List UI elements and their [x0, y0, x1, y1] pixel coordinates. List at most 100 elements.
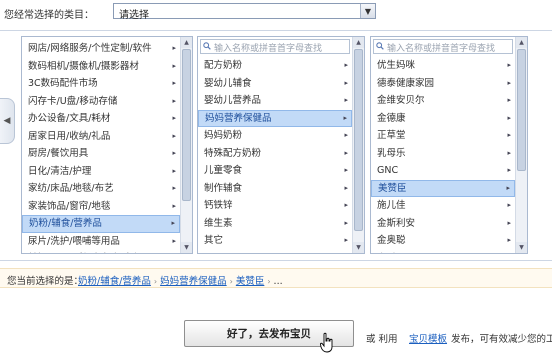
search-icon: [376, 42, 384, 50]
list-item[interactable]: 婴幼儿辅食 ▸: [198, 75, 352, 93]
chevron-right-icon: ▸: [172, 149, 176, 157]
publish-hint-text: 发布，可有效减少您的工作: [451, 334, 552, 345]
chevron-right-icon: ›: [267, 277, 271, 286]
list-item[interactable]: 钙铁锌 ▸: [198, 197, 352, 215]
list-item[interactable]: 家装饰品/窗帘/地毯 ▸: [22, 198, 180, 216]
list-item[interactable]: 办公设备/文具/耗材 ▸: [22, 110, 180, 128]
list-item[interactable]: 尿片/洗护/喂哺等用品 ▸: [22, 233, 180, 251]
list-item-label: 德泰健康家园: [377, 77, 435, 89]
list-item[interactable]: 金维安贝尔 ▸: [371, 92, 515, 110]
list-item-label: 施儿佳: [377, 200, 406, 211]
list-item-label: 妈妈营养保健品: [205, 112, 272, 124]
list-item-label: 乳母乐: [377, 147, 406, 159]
chevron-right-icon: ▸: [507, 113, 511, 122]
list-item[interactable]: GNC ▸: [371, 162, 515, 180]
list-item[interactable]: 美赞臣 ▸: [371, 179, 515, 197]
list-item[interactable]: 婴幼儿营养品 ▸: [198, 92, 352, 110]
list-item[interactable]: 德泰健康家园 ▸: [371, 75, 515, 93]
list-item-label: 钙铁锌: [204, 200, 233, 211]
breadcrumb-link[interactable]: 奶粉/辅食/营养品: [78, 276, 151, 287]
scroll-down-icon[interactable]: ▼: [516, 242, 527, 253]
list-item[interactable]: 益智玩具/早教/童车床/出行 ▸: [22, 250, 180, 254]
template-link[interactable]: 宝贝模板: [409, 331, 447, 345]
list-item-label: 优生妈咪: [377, 60, 416, 71]
chevron-right-icon: ›: [229, 277, 233, 286]
scroll-thumb[interactable]: [517, 49, 526, 171]
chevron-right-icon: ▸: [172, 44, 176, 52]
scroll-thumb[interactable]: [354, 49, 363, 231]
list-item[interactable]: 乳母乐 ▸: [371, 145, 515, 163]
list-item-label: 儿童零食: [204, 165, 243, 176]
category-list-3: 优生妈咪 ▸ 德泰健康家园 ▸ 金维安贝尔 ▸ 金德康 ▸ 正草堂 ▸ 乳母乐 ▸ GNC ▸ 美赞臣 ▸ 施儿…: [371, 57, 515, 254]
chevron-right-icon: ▸: [507, 148, 511, 157]
chevron-left-icon: ◀: [3, 116, 11, 126]
chevron-right-icon: ▸: [507, 61, 511, 69]
search-input[interactable]: 输入名称或拼音首字母查找: [373, 39, 513, 54]
category-list-2: 配方奶粉 ▸ 婴幼儿辅食 ▸ 婴幼儿营养品 ▸ 妈妈营养保健品 ▸ 妈妈奶粉 ▸ 特殊配方奶粉 ▸ 儿童…: [198, 57, 352, 250]
list-item[interactable]: 日化/清洁/护理 ▸: [22, 163, 180, 181]
list-item[interactable]: 3C数码配件市场 ▸: [22, 75, 180, 93]
scroll-up-icon[interactable]: ▲: [353, 37, 364, 48]
list-item[interactable]: 配方奶粉 ▸: [198, 57, 352, 75]
list-item-label: 正草堂: [377, 130, 406, 141]
scroll-up-icon[interactable]: ▲: [181, 37, 192, 48]
chevron-right-icon: ▸: [344, 183, 348, 192]
chevron-right-icon: ▸: [172, 201, 176, 210]
list-item[interactable]: 金德康 ▸: [371, 110, 515, 128]
list-item-label: 尿片/洗护/喂哺等用品: [28, 235, 120, 247]
hand-cursor-icon: [320, 332, 333, 353]
list-item[interactable]: 儿童零食 ▸: [198, 162, 352, 180]
list-item-label: 特殊配方奶粉: [204, 147, 262, 159]
scroll-up-icon[interactable]: ▲: [516, 37, 527, 48]
list-item[interactable]: 家纺/床品/地毯/布艺 ▸: [22, 180, 180, 198]
list-item-label: 数码相机/摄像机/摄影器材: [28, 60, 139, 72]
chevron-right-icon: ▸: [344, 236, 348, 244]
list-item[interactable]: 数码相机/摄像机/摄影器材 ▸: [22, 58, 180, 76]
chevron-right-icon: ▸: [172, 184, 176, 192]
scroll-left-button[interactable]: ◀: [0, 98, 15, 144]
list-item[interactable]: 正草堂 ▸: [371, 127, 515, 145]
alternative-text: 或 利用: [366, 334, 398, 345]
list-item[interactable]: 惠氏 ▸: [371, 250, 515, 254]
breadcrumb-label: 您当前选择的是：: [7, 276, 84, 287]
breadcrumb-link[interactable]: 妈妈营养保健品: [160, 276, 227, 287]
list-item[interactable]: 妈妈营养保健品 ▸: [198, 109, 352, 127]
scrollbar[interactable]: ▲ ▼: [180, 37, 192, 253]
chevron-right-icon: ▸: [344, 61, 348, 69]
scroll-down-icon[interactable]: ▼: [181, 242, 192, 253]
list-item[interactable]: 奶粉/辅食/营养品 ▸: [22, 215, 180, 233]
list-item[interactable]: 金奥聪 ▸: [371, 232, 515, 250]
list-item-label: 金奥聪: [377, 235, 406, 246]
scrollbar[interactable]: ▲ ▼: [352, 37, 364, 253]
list-item[interactable]: 维生素 ▸: [198, 215, 352, 233]
frequent-category-label: 您经常选择的类目：: [4, 10, 94, 21]
scroll-down-icon[interactable]: ▼: [353, 242, 364, 253]
chevron-right-icon: ▸: [172, 61, 176, 70]
list-item[interactable]: 制作辅食 ▸: [198, 180, 352, 198]
search-input[interactable]: 输入名称或拼音首字母查找: [200, 39, 350, 54]
breadcrumb-link[interactable]: 美赞臣: [236, 276, 265, 287]
list-item[interactable]: 居家日用/收纳/礼品 ▸: [22, 128, 180, 146]
list-item-label: 其它: [204, 235, 224, 246]
list-item[interactable]: 妈妈奶粉 ▸: [198, 127, 352, 145]
scrollbar[interactable]: ▲ ▼: [515, 37, 527, 253]
list-item-label: 益智玩具/早教/童车床/出行: [28, 253, 142, 254]
scroll-thumb[interactable]: [182, 49, 191, 201]
list-item-label: 妈妈奶粉: [204, 130, 243, 141]
list-item[interactable]: 其它 ▸: [198, 232, 352, 250]
list-item-label: 家装饰品/窗帘/地毯: [28, 200, 111, 212]
chevron-right-icon: ▸: [343, 113, 347, 122]
chevron-right-icon: ›: [153, 277, 158, 286]
list-item[interactable]: 金斯利安 ▸: [371, 215, 515, 233]
list-item-label: 金维安贝尔: [377, 95, 425, 106]
frequent-category-select[interactable]: 请选择 ▼: [113, 3, 376, 21]
list-item[interactable]: 优生妈咪 ▸: [371, 57, 515, 75]
list-item-label: 闪存卡/U盘/移动存储: [28, 95, 118, 107]
chevron-down-icon[interactable]: ▼: [360, 4, 375, 18]
list-item[interactable]: 厨房/餐饮用具 ▸: [22, 145, 180, 163]
list-item[interactable]: 特殊配方奶粉 ▸: [198, 145, 352, 163]
breadcrumb: 您当前选择的是： 奶粉/辅食/营养品 › 妈妈营养保健品 › 美赞臣 ›...: [0, 268, 552, 288]
list-item[interactable]: 网店/网络服务/个性定制/软件 ▸: [22, 40, 180, 58]
list-item[interactable]: 施儿佳 ▸: [371, 197, 515, 215]
list-item[interactable]: 闪存卡/U盘/移动存储 ▸: [22, 93, 180, 111]
